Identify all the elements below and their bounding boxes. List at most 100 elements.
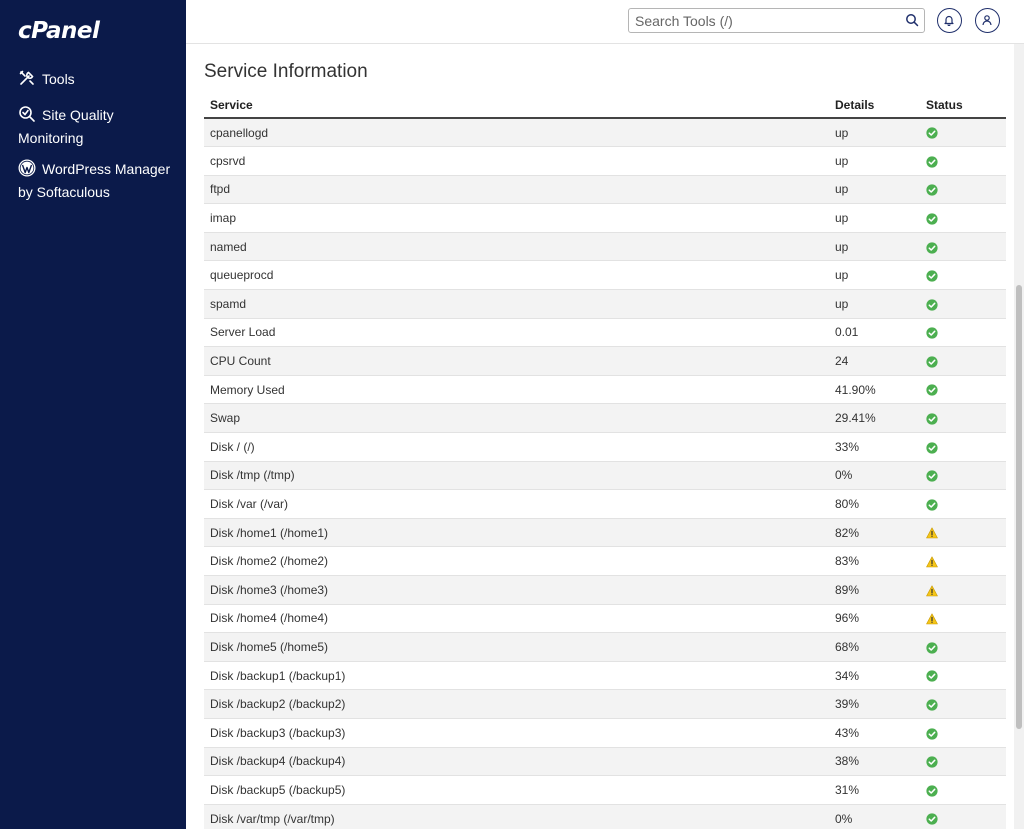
service-status bbox=[920, 546, 1006, 576]
bell-icon bbox=[944, 15, 954, 26]
warning-icon bbox=[926, 585, 938, 597]
check-circle-icon bbox=[926, 642, 938, 654]
service-details: up bbox=[829, 232, 920, 262]
service-name: Disk /backup4 (/backup4) bbox=[204, 747, 829, 777]
service-details: 29.41% bbox=[829, 403, 920, 434]
service-status bbox=[920, 604, 1006, 634]
service-status bbox=[920, 289, 1006, 319]
site-quality-icon bbox=[18, 105, 36, 123]
service-name: Disk / (/) bbox=[204, 432, 829, 462]
table-row: Memory Used 41.90% bbox=[204, 375, 1006, 405]
service-details: 89% bbox=[829, 575, 920, 605]
table-row: imap up bbox=[204, 203, 1006, 233]
service-status bbox=[920, 518, 1006, 548]
column-header-status[interactable]: Status bbox=[920, 92, 1006, 119]
service-table: Service Details Status cpanellogd up cpsrv… bbox=[204, 92, 1006, 829]
table-row: Server Load 0.01 bbox=[204, 318, 1006, 348]
service-name: queueprocd bbox=[204, 260, 829, 291]
check-circle-icon bbox=[926, 470, 938, 482]
table-row: named up bbox=[204, 232, 1006, 262]
check-circle-icon bbox=[926, 327, 938, 339]
service-status bbox=[920, 118, 1006, 148]
check-circle-icon bbox=[926, 213, 938, 225]
check-circle-icon bbox=[926, 384, 938, 397]
column-header-service[interactable]: Service bbox=[204, 92, 829, 119]
service-status bbox=[920, 146, 1006, 176]
service-details: 33% bbox=[829, 432, 920, 462]
service-name: Memory Used bbox=[204, 375, 829, 405]
service-name: named bbox=[204, 232, 829, 262]
service-details: 0% bbox=[829, 461, 920, 491]
column-header-details[interactable]: Details bbox=[829, 92, 920, 119]
service-details: up bbox=[829, 289, 920, 319]
sidebar-item-tools[interactable]: Tools bbox=[18, 68, 178, 91]
table-row: Disk /var (/var) 80% bbox=[204, 489, 1006, 519]
warning-icon bbox=[926, 613, 938, 625]
sidebar-item-label: by Softaculous bbox=[18, 184, 110, 200]
sidebar-item-site-quality-monitoring[interactable]: Site Quality Monitoring bbox=[18, 104, 178, 150]
check-circle-icon bbox=[926, 270, 938, 282]
service-details: 38% bbox=[829, 747, 920, 777]
service-details: 31% bbox=[829, 775, 920, 805]
service-status bbox=[920, 804, 1006, 829]
service-name: Disk /var/tmp (/var/tmp) bbox=[204, 804, 829, 829]
table-row: Disk /home4 (/home4) 96% bbox=[204, 604, 1006, 634]
service-details: 68% bbox=[829, 632, 920, 662]
service-name: Disk /backup3 (/backup3) bbox=[204, 718, 829, 748]
table-row: Disk /backup3 (/backup3) 43% bbox=[204, 718, 1006, 748]
service-details: 80% bbox=[829, 489, 920, 519]
page-title: Service Information bbox=[204, 61, 368, 82]
sidebar-item-label: Site Quality bbox=[42, 107, 114, 123]
check-circle-icon bbox=[926, 156, 938, 168]
service-details: 34% bbox=[829, 661, 920, 691]
table-row: Disk /home3 (/home3) 89% bbox=[204, 575, 1006, 605]
service-details: 0.01 bbox=[829, 318, 920, 348]
search-icon[interactable] bbox=[905, 13, 919, 27]
table-row: Disk /backup5 (/backup5) 31% bbox=[204, 775, 1006, 805]
tools-icon bbox=[18, 69, 36, 87]
check-circle-icon bbox=[926, 499, 938, 511]
service-details: up bbox=[829, 175, 920, 205]
service-details: 43% bbox=[829, 718, 920, 748]
check-circle-icon bbox=[926, 299, 938, 311]
service-status bbox=[920, 203, 1006, 233]
service-name: cpsrvd bbox=[204, 146, 829, 176]
user-menu-button[interactable] bbox=[975, 8, 1000, 33]
service-status bbox=[920, 775, 1006, 805]
check-circle-icon bbox=[926, 756, 938, 768]
service-name: ftpd bbox=[204, 175, 829, 205]
service-details: 82% bbox=[829, 518, 920, 548]
service-name: Disk /backup1 (/backup1) bbox=[204, 661, 829, 691]
table-row: spamd up bbox=[204, 289, 1006, 319]
service-status bbox=[920, 375, 1006, 405]
table-row: cpsrvd up bbox=[204, 146, 1006, 176]
service-details: up bbox=[829, 260, 920, 291]
service-name: Disk /home1 (/home1) bbox=[204, 518, 829, 548]
table-row: Disk /backup4 (/backup4) 38% bbox=[204, 747, 1006, 777]
sidebar-item-wordpress-manager[interactable]: WordPress Manager by Softaculous bbox=[18, 158, 178, 204]
check-circle-icon bbox=[926, 356, 938, 368]
service-name: cpanellogd bbox=[204, 118, 829, 148]
service-details: 83% bbox=[829, 546, 920, 576]
check-circle-icon bbox=[926, 699, 938, 711]
sidebar-item-label: WordPress Manager bbox=[42, 161, 171, 177]
service-name: CPU Count bbox=[204, 346, 829, 376]
search-input[interactable] bbox=[629, 9, 899, 32]
service-details: up bbox=[829, 146, 920, 176]
cpanel-logo[interactable]: cPanel bbox=[18, 18, 100, 44]
table-row: ftpd up bbox=[204, 175, 1006, 205]
table-row: Disk /home2 (/home2) 83% bbox=[204, 546, 1006, 576]
notifications-button[interactable] bbox=[937, 8, 962, 33]
service-status bbox=[920, 575, 1006, 605]
service-status bbox=[920, 260, 1006, 291]
top-header bbox=[186, 0, 1024, 44]
scrollbar-thumb[interactable] bbox=[1016, 285, 1022, 729]
table-header-row: Service Details Status bbox=[204, 92, 1006, 119]
table-row: queueprocd up bbox=[204, 260, 1006, 291]
service-name: Disk /home4 (/home4) bbox=[204, 604, 829, 634]
service-name: Server Load bbox=[204, 318, 829, 348]
check-circle-icon bbox=[926, 241, 938, 254]
check-circle-icon bbox=[926, 785, 938, 797]
service-status bbox=[920, 318, 1006, 348]
service-status bbox=[920, 232, 1006, 262]
